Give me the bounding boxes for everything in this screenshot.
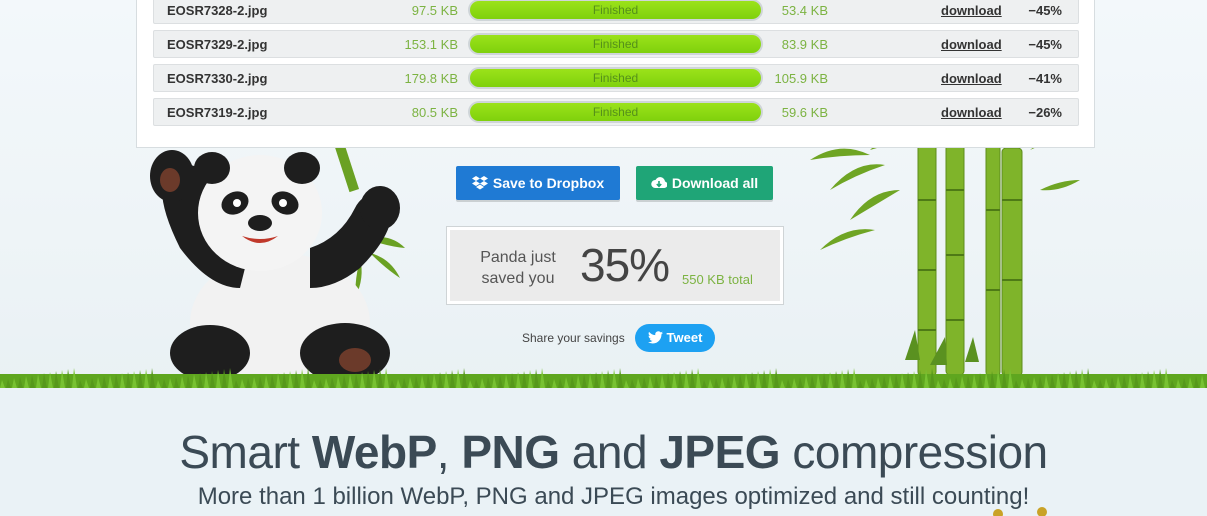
file-row: EOSR7328-2.jpg 97.5 KB Finished 53.4 KB … (153, 0, 1079, 24)
compressed-size: 83.9 KB (781, 37, 828, 52)
compression-stage: EOSR7328-2.jpg 97.5 KB Finished 53.4 KB … (0, 0, 1207, 388)
original-size: 97.5 KB (411, 3, 458, 18)
download-all-label: Download all (671, 175, 759, 191)
panda-mascot-illustration (150, 131, 405, 386)
file-name: EOSR7319-2.jpg (167, 105, 268, 120)
original-size: 179.8 KB (404, 71, 459, 86)
headline-part: PNG (461, 426, 560, 478)
headline-part: Smart (179, 426, 312, 478)
headline-part: , (436, 426, 462, 478)
original-size: 153.1 KB (404, 37, 459, 52)
headline-part: WebP (311, 426, 437, 478)
original-size: 80.5 KB (411, 105, 458, 120)
progress-fill: Finished (470, 69, 761, 87)
tweet-label: Tweet (666, 330, 703, 345)
share-label: Share your savings (522, 331, 625, 345)
download-link[interactable]: download (941, 71, 1002, 86)
savings-percent: 35% (580, 239, 670, 291)
download-link[interactable]: download (941, 37, 1002, 52)
decorative-dots (993, 507, 1047, 516)
download-link[interactable]: download (941, 105, 1002, 120)
savings-total: 550 KB total (682, 272, 753, 287)
progress-fill: Finished (470, 1, 761, 19)
headline-part: compression (780, 426, 1048, 478)
file-row: EOSR7330-2.jpg 179.8 KB Finished 105.9 K… (153, 64, 1079, 92)
progress-bar: Finished (468, 101, 763, 123)
saving-percent: −45% (1028, 3, 1062, 18)
headline-part: and (559, 426, 660, 478)
progress-bar: Finished (468, 33, 763, 55)
file-name: EOSR7328-2.jpg (167, 3, 268, 18)
savings-label: Panda just saved you (480, 249, 556, 287)
progress-fill: Finished (470, 103, 761, 121)
dropbox-button-label: Save to Dropbox (492, 175, 605, 191)
download-link[interactable]: download (941, 3, 1002, 18)
file-row: EOSR7329-2.jpg 153.1 KB Finished 83.9 KB… (153, 30, 1079, 58)
save-to-dropbox-button[interactable]: Save to Dropbox (456, 166, 620, 200)
results-panel: EOSR7328-2.jpg 97.5 KB Finished 53.4 KB … (136, 0, 1095, 148)
file-row: EOSR7319-2.jpg 80.5 KB Finished 59.6 KB … (153, 98, 1079, 126)
saving-percent: −41% (1028, 71, 1062, 86)
cloud-download-icon (651, 177, 667, 189)
saving-percent: −26% (1028, 105, 1062, 120)
page-headline: Smart WebP, PNG and JPEG compression (0, 425, 1207, 479)
progress-bar: Finished (468, 67, 763, 89)
saving-percent: −45% (1028, 37, 1062, 52)
compressed-size: 105.9 KB (774, 71, 829, 86)
savings-summary: Panda just saved you 35% 550 KB total (446, 226, 784, 305)
compressed-size: 59.6 KB (781, 105, 828, 120)
grass-strip (0, 368, 1207, 388)
file-name: EOSR7330-2.jpg (167, 71, 268, 86)
tweet-button[interactable]: Tweet (635, 324, 715, 352)
progress-fill: Finished (470, 35, 761, 53)
progress-bar: Finished (468, 0, 763, 21)
download-all-button[interactable]: Download all (636, 166, 773, 200)
file-name: EOSR7329-2.jpg (167, 37, 268, 52)
dropbox-icon (471, 176, 488, 190)
headline-part: JPEG (659, 426, 781, 478)
twitter-bird-icon (647, 331, 663, 344)
compressed-size: 53.4 KB (781, 3, 828, 18)
